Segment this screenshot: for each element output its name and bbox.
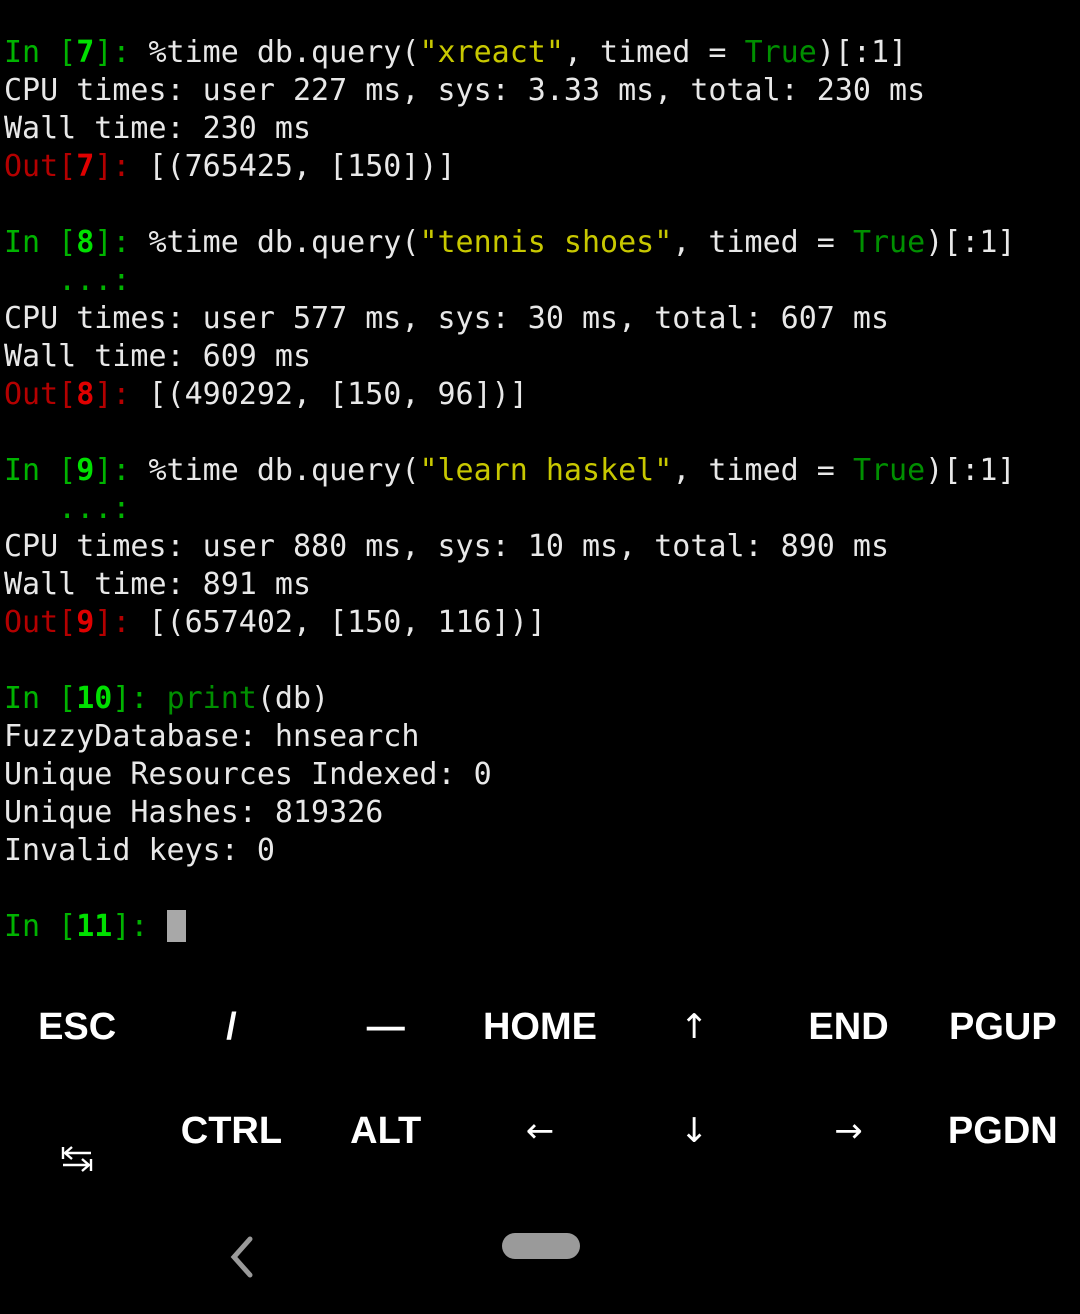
prompt-out-open: Out[ bbox=[4, 605, 77, 640]
key-slash[interactable]: / bbox=[154, 975, 308, 1079]
prompt-in-number: 10 bbox=[76, 681, 113, 716]
prompt-in-open: In [ bbox=[4, 35, 77, 70]
key-arrow-up[interactable]: ↑ bbox=[617, 975, 771, 1079]
code-pre: %time db.query( bbox=[148, 35, 420, 70]
code-post: )[:1] bbox=[925, 225, 1016, 260]
prompt-in-close: ]: bbox=[94, 453, 149, 488]
code-string: "xreact" bbox=[419, 35, 564, 70]
keyboard-row-top: ESC / — HOME ↑ END PGUP bbox=[0, 975, 1080, 1079]
chevron-left-icon bbox=[230, 1236, 253, 1278]
input-line: In [8]: %time db.query("tennis shoes", t… bbox=[4, 224, 1080, 262]
output-value: [(490292, [150, 96])] bbox=[148, 377, 528, 412]
keyboard-toolbar: ESC / — HOME ↑ END PGUP CTRL ALT ← ↓ → P… bbox=[0, 975, 1080, 1200]
output-line: Out[8]: [(490292, [150, 96])] bbox=[4, 376, 1080, 414]
code-post: )[:1] bbox=[816, 35, 908, 70]
prompt-in-close: ]: bbox=[112, 681, 167, 716]
output-line: Out[7]: [(765425, [150])] bbox=[4, 148, 1080, 186]
text-cursor bbox=[166, 910, 186, 942]
code-pre: %time db.query( bbox=[148, 225, 420, 260]
tab-icon bbox=[57, 1115, 97, 1172]
prompt-in-open: In [ bbox=[4, 681, 77, 716]
keyboard-row-bottom: CTRL ALT ← ↓ → PGDN bbox=[0, 1079, 1080, 1183]
prompt-out-open: Out[ bbox=[4, 377, 77, 412]
terminal-output[interactable]: In [7]: %time db.query("xreact", timed =… bbox=[0, 0, 1080, 975]
code-string: "learn haskel" bbox=[419, 453, 673, 488]
output-value: [(657402, [150, 116])] bbox=[148, 605, 546, 640]
code-keyword: True bbox=[744, 35, 817, 70]
prompt-in-open: In [ bbox=[4, 909, 77, 944]
key-alt[interactable]: ALT bbox=[309, 1079, 463, 1183]
prompt-in-open: In [ bbox=[4, 225, 77, 260]
key-pgdn[interactable]: PGDN bbox=[926, 1079, 1080, 1183]
code-post: (db) bbox=[256, 681, 330, 716]
key-arrow-left[interactable]: ← bbox=[463, 1079, 617, 1183]
output-line: Out[9]: [(657402, [150, 116])] bbox=[4, 604, 1080, 642]
stdout-line: Unique Resources Indexed: 0 bbox=[4, 757, 492, 792]
code-post: )[:1] bbox=[925, 453, 1016, 488]
stdout-line: CPU times: user 880 ms, sys: 10 ms, tota… bbox=[4, 529, 890, 564]
key-dash[interactable]: — bbox=[309, 975, 463, 1079]
back-button[interactable] bbox=[212, 1226, 274, 1288]
key-ctrl[interactable]: CTRL bbox=[154, 1079, 308, 1183]
continuation-line: ...: bbox=[4, 491, 131, 526]
key-arrow-right[interactable]: → bbox=[771, 1079, 925, 1183]
code-keyword: print bbox=[166, 681, 257, 716]
key-arrow-down[interactable]: ↓ bbox=[617, 1079, 771, 1183]
code-mid: , timed = bbox=[563, 35, 745, 70]
prompt-out-close: ]: bbox=[94, 149, 149, 184]
code-keyword: True bbox=[852, 225, 926, 260]
code-pre: %time db.query( bbox=[148, 453, 420, 488]
code-mid: , timed = bbox=[672, 225, 853, 260]
key-end[interactable]: END bbox=[771, 975, 925, 1079]
prompt-out-close: ]: bbox=[94, 377, 149, 412]
prompt-in-number: 7 bbox=[76, 35, 95, 70]
code-mid: , timed = bbox=[672, 453, 853, 488]
key-pgup[interactable]: PGUP bbox=[926, 975, 1080, 1079]
stdout-line: Wall time: 230 ms bbox=[4, 111, 312, 146]
prompt-in-open: In [ bbox=[4, 453, 77, 488]
stdout-line: CPU times: user 227 ms, sys: 3.33 ms, to… bbox=[4, 73, 926, 108]
stdout-line: CPU times: user 577 ms, sys: 30 ms, tota… bbox=[4, 301, 890, 336]
stdout-line: Wall time: 609 ms bbox=[4, 339, 312, 374]
prompt-in-number: 9 bbox=[76, 453, 95, 488]
prompt-in-number: 8 bbox=[76, 225, 95, 260]
prompt-out-open: Out[ bbox=[4, 149, 77, 184]
prompt-out-close: ]: bbox=[94, 605, 149, 640]
key-tab[interactable] bbox=[0, 1079, 154, 1183]
stdout-line: Invalid keys: 0 bbox=[4, 833, 275, 868]
code-keyword: True bbox=[852, 453, 926, 488]
output-value: [(765425, [150])] bbox=[148, 149, 456, 184]
continuation-line: ...: bbox=[4, 263, 131, 298]
prompt-in-close: ]: bbox=[94, 225, 149, 260]
code-string: "tennis shoes" bbox=[419, 225, 673, 260]
prompt-in-close: ]: bbox=[94, 35, 149, 70]
prompt-in-number: 11 bbox=[76, 909, 113, 944]
active-input-line[interactable]: In [11]: bbox=[4, 908, 1080, 946]
stdout-line: Wall time: 891 ms bbox=[4, 567, 312, 602]
prompt-out-number: 9 bbox=[76, 605, 95, 640]
input-line: In [9]: %time db.query("learn haskel", t… bbox=[4, 452, 1080, 490]
input-line: In [7]: %time db.query("xreact", timed =… bbox=[4, 34, 1080, 72]
home-pill-button[interactable] bbox=[502, 1233, 580, 1259]
prompt-out-number: 8 bbox=[76, 377, 95, 412]
stdout-line: Unique Hashes: 819326 bbox=[4, 795, 384, 830]
input-line: In [10]: print(db) bbox=[4, 680, 1080, 718]
key-esc[interactable]: ESC bbox=[0, 975, 154, 1079]
prompt-in-close: ]: bbox=[112, 909, 167, 944]
key-home[interactable]: HOME bbox=[463, 975, 617, 1079]
stdout-line: FuzzyDatabase: hnsearch bbox=[4, 719, 420, 754]
prompt-out-number: 7 bbox=[76, 149, 95, 184]
